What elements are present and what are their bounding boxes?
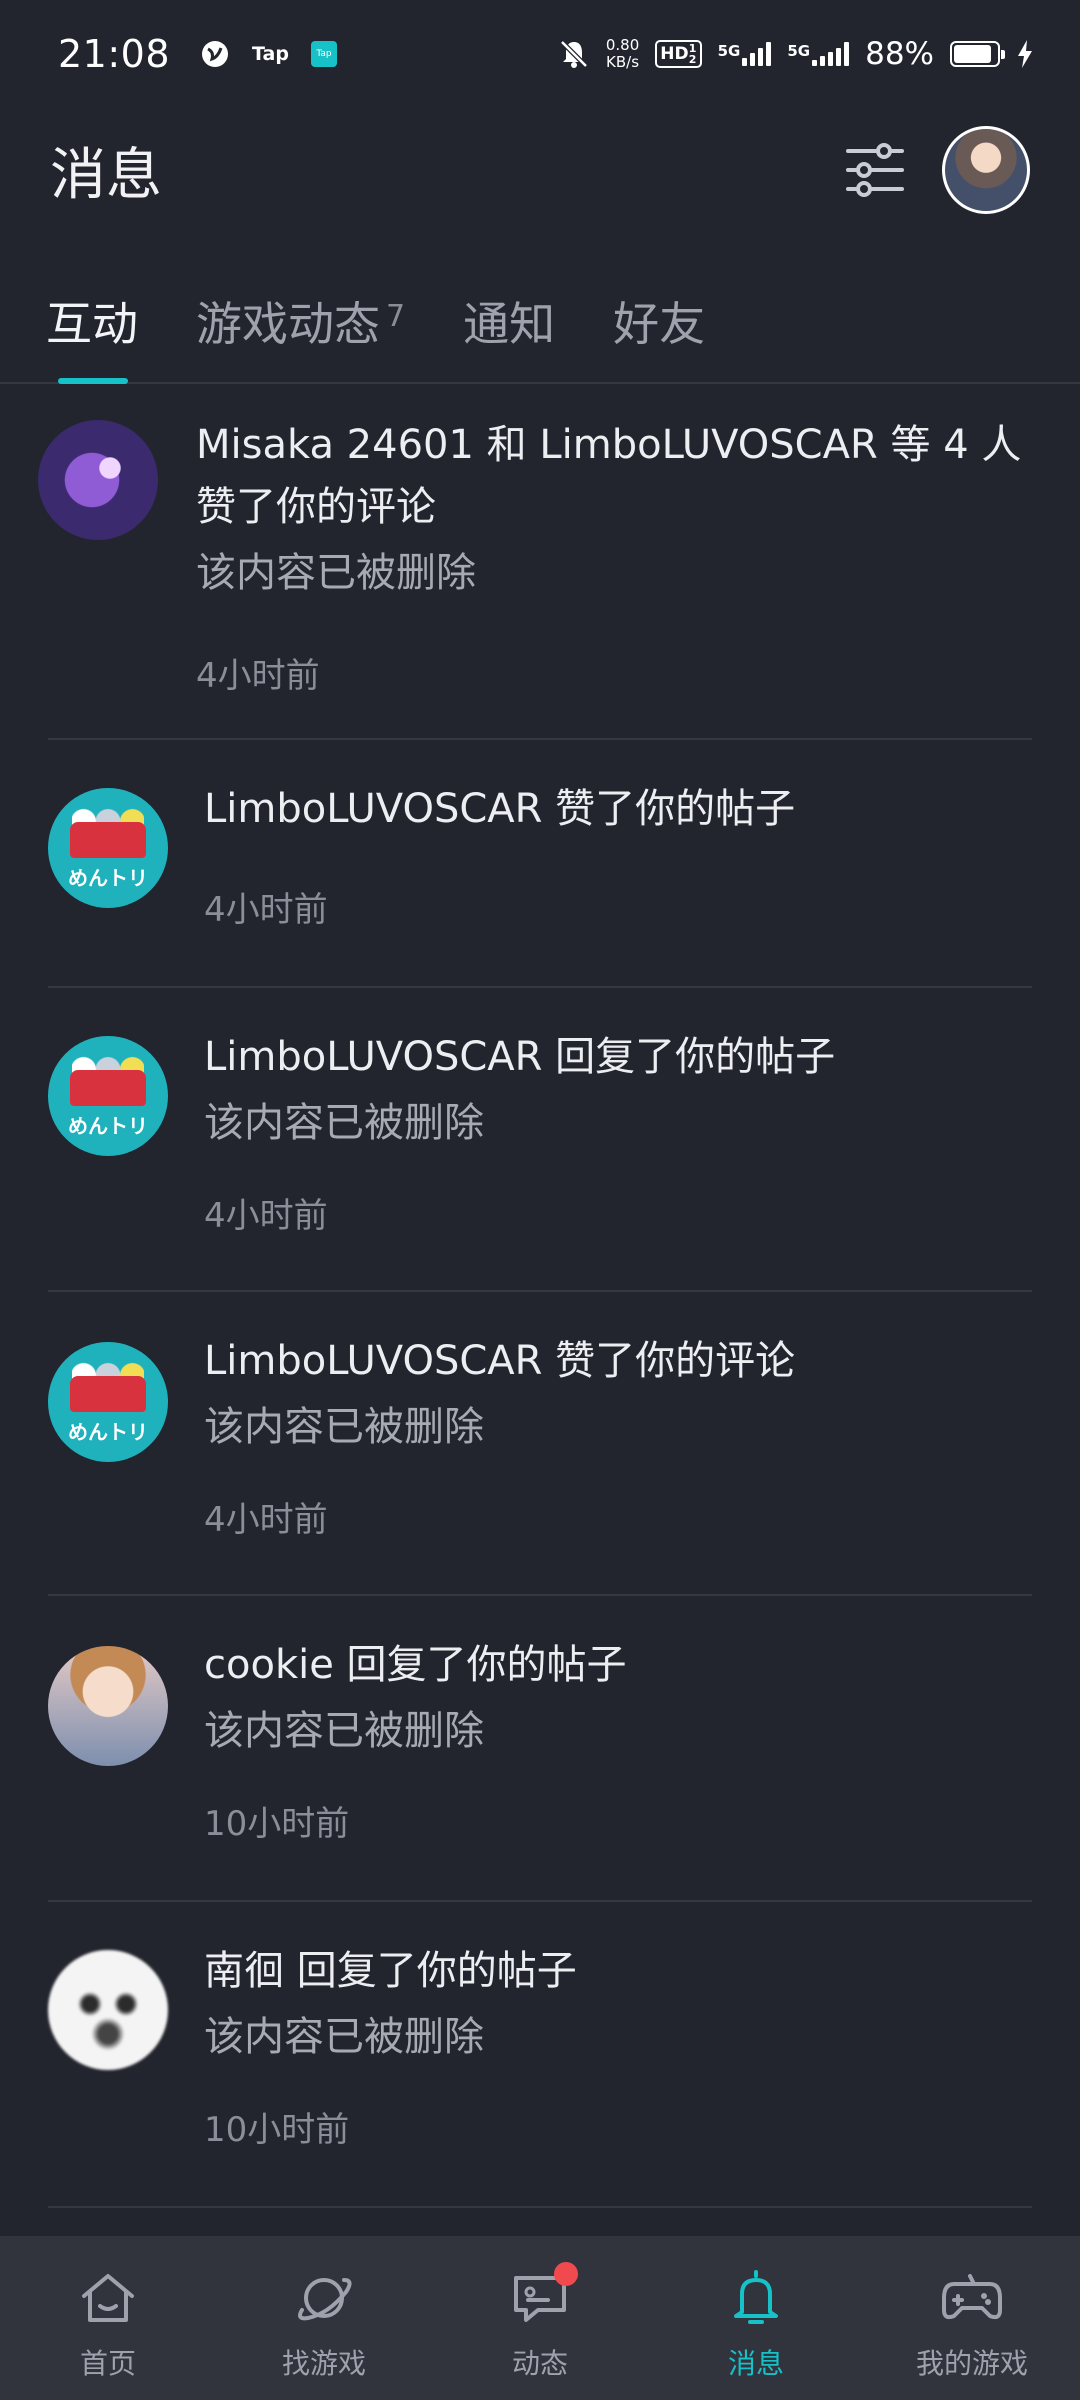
avatar[interactable]: [48, 1950, 168, 2070]
net-speed-unit: KB/s: [606, 53, 640, 71]
message-snippet: 该内容已被删除: [204, 1404, 484, 1450]
nav-label: 首页: [79, 2347, 136, 2380]
list-item[interactable]: めんトリ LimboLUVOSCAR 回复了你的帖子 该内容已被删除 4小时前: [0, 988, 1080, 1292]
signal-1-label: 5G: [717, 42, 741, 60]
tap-app-label: Tap: [252, 43, 289, 65]
list-item[interactable]: Misaka 24601 和 LimboLUVOSCAR 等 4 人 赞了你的评…: [0, 386, 1080, 740]
message-snippet: 该内容已被删除: [204, 1708, 484, 1754]
tab-count-badge: 7: [386, 299, 406, 334]
avatar-logo-text: めんトリ: [68, 1114, 148, 1138]
sliders-icon: [846, 143, 904, 197]
filter-settings-button[interactable]: [842, 137, 908, 203]
nav-my-games[interactable]: 我的游戏: [864, 2236, 1080, 2400]
message-snippet: 该内容已被删除: [204, 2014, 484, 2060]
header-actions: [842, 126, 1030, 214]
hd-indicator: HD 1 2: [655, 40, 702, 68]
user-avatar[interactable]: [942, 126, 1030, 214]
page-title: 消息: [50, 142, 162, 208]
planet-icon: [298, 2278, 352, 2321]
avatar[interactable]: [48, 1646, 168, 1766]
message-title: LimboLUVOSCAR 赞了你的评论: [204, 1338, 796, 1384]
signal-bars-icon: [742, 42, 772, 66]
avatar[interactable]: [38, 420, 158, 540]
header: 消息: [0, 108, 1080, 232]
message-title: 南徊 回复了你的帖子: [204, 1948, 577, 1994]
list-item[interactable]: めんトリ LimboLUVOSCAR 赞了你的评论 该内容已被删除 4小时前: [0, 1292, 1080, 1596]
status-bar: 21:08 Tap Tap 0.80 KB/s HD 1 2 5G 5G 88%: [0, 0, 1080, 108]
list-item[interactable]: 南徊 回复了你的帖子 该内容已被删除 10小时前: [0, 1902, 1080, 2208]
message-tabs: 互动 游戏动态 7 通知 好友: [0, 270, 1080, 384]
nav-label: 找游戏: [281, 2347, 366, 2380]
divider: [48, 2206, 1032, 2208]
home-icon: [82, 2274, 134, 2322]
list-item[interactable]: めんトリ LimboLUVOSCAR 赞了你的帖子 4小时前: [0, 740, 1080, 988]
signal-bars-icon: [812, 42, 850, 66]
message-text: LimboLUVOSCAR 赞了你的帖子: [204, 778, 1034, 840]
hd-label: HD: [660, 44, 689, 64]
hd-sub: 1 2: [688, 42, 697, 66]
status-time: 21:08: [58, 32, 171, 76]
message-snippet: 该内容已被删除: [204, 1100, 484, 1146]
notification-dot: [554, 2262, 578, 2286]
avatar[interactable]: めんトリ: [48, 788, 168, 908]
avatar[interactable]: めんトリ: [48, 1342, 168, 1462]
tab-label: 通知: [463, 297, 556, 351]
avatar[interactable]: めんトリ: [48, 1036, 168, 1156]
nav-find-games[interactable]: 找游戏: [216, 2236, 432, 2400]
tab-notifications[interactable]: 通知: [463, 270, 555, 384]
nav-home[interactable]: 首页: [0, 2236, 216, 2400]
nav-label: 动态: [511, 2347, 568, 2380]
message-title: Misaka 24601 和 LimboLUVOSCAR 等 4 人 赞了你的评…: [196, 422, 1022, 530]
message-text: LimboLUVOSCAR 回复了你的帖子 该内容已被删除: [204, 1026, 1034, 1154]
message-time: 4小时前: [204, 1500, 328, 1540]
charging-bolt-icon: [1018, 40, 1032, 68]
tab-interactions[interactable]: 互动: [46, 270, 138, 384]
net-speed-value: 0.80: [605, 36, 640, 54]
message-title: cookie 回复了你的帖子: [204, 1642, 627, 1688]
message-time: 10小时前: [204, 2110, 350, 2150]
tab-label: 互动: [46, 297, 138, 351]
chat-icon-wrap: [508, 2262, 578, 2330]
message-title: LimboLUVOSCAR 回复了你的帖子: [204, 1034, 836, 1080]
message-time: 4小时前: [196, 656, 320, 696]
signal-2: 5G: [787, 42, 850, 66]
message-text: Misaka 24601 和 LimboLUVOSCAR 等 4 人 赞了你的评…: [196, 414, 1034, 604]
nav-feed[interactable]: 动态: [432, 2236, 648, 2400]
message-snippet: 该内容已被删除: [196, 550, 476, 596]
tap-app-icon: Tap: [310, 41, 337, 67]
globe-icon: [202, 41, 229, 67]
avatar-logo-text: めんトリ: [68, 866, 148, 890]
message-time: 4小时前: [204, 1196, 328, 1236]
signal-2-label: 5G: [787, 42, 811, 60]
bell-icon: [734, 2270, 778, 2324]
bell-muted-icon: [560, 40, 588, 68]
bottom-navigation: 首页 找游戏 动态 消息 我的游戏: [0, 2236, 1080, 2400]
status-right-icons: 0.80 KB/s HD 1 2 5G 5G 88%: [558, 36, 1034, 72]
battery-fill: [954, 45, 991, 63]
message-text: LimboLUVOSCAR 赞了你的评论 该内容已被删除: [204, 1330, 1034, 1458]
nav-label: 消息: [727, 2347, 784, 2380]
tab-label: 好友: [613, 297, 706, 351]
active-tab-indicator: [58, 378, 128, 384]
message-text: 南徊 回复了你的帖子 该内容已被删除: [204, 1940, 1034, 2068]
avatar-logo-text: めんトリ: [68, 1420, 148, 1444]
message-title: LimboLUVOSCAR 赞了你的帖子: [204, 786, 796, 832]
nav-messages[interactable]: 消息: [648, 2236, 864, 2400]
net-speed: 0.80 KB/s: [606, 37, 639, 71]
list-item[interactable]: cookie 回复了你的帖子 该内容已被删除 10小时前: [0, 1596, 1080, 1902]
tab-label: 游戏动态: [196, 297, 380, 351]
message-time: 4小时前: [204, 890, 328, 930]
battery-icon: [950, 41, 1005, 67]
tab-game-updates[interactable]: 游戏动态 7: [196, 270, 405, 384]
status-left-icons: Tap Tap: [200, 39, 337, 69]
message-time: 10小时前: [204, 1804, 350, 1844]
battery-percent: 88%: [865, 36, 934, 72]
gamepad-icon: [942, 2274, 1002, 2320]
signal-1: 5G: [718, 42, 772, 66]
message-text: cookie 回复了你的帖子 该内容已被删除: [204, 1634, 1034, 1762]
nav-label: 我的游戏: [915, 2347, 1028, 2380]
tab-friends[interactable]: 好友: [613, 270, 705, 384]
